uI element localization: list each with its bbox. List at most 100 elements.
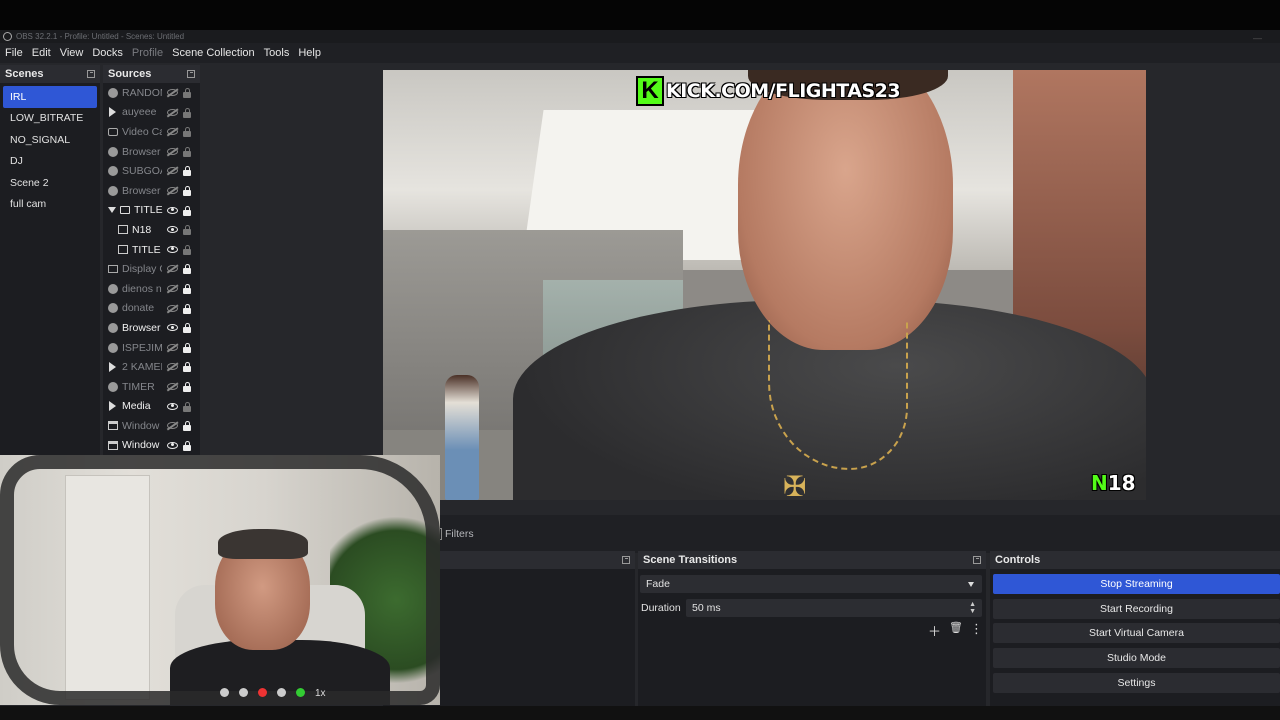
lock-icon[interactable] [183,421,191,432]
eye-icon[interactable] [167,441,178,449]
unlock-icon[interactable] [183,244,191,255]
globe-icon [108,185,118,196]
source-row[interactable]: N18 [103,220,200,240]
source-row[interactable]: RANDOM [103,83,200,103]
studio-mode-button[interactable]: Studio Mode [993,648,1280,668]
eye-hidden-icon[interactable] [167,304,178,312]
eye-hidden-icon[interactable] [167,343,178,351]
n18-badge: N 18 [1088,470,1139,496]
eye-icon[interactable] [167,245,178,253]
add-transition-icon[interactable]: ＋ [928,621,941,640]
source-row[interactable]: 2 KAMEF [103,357,200,377]
start-virtual-camera-button[interactable]: Start Virtual Camera [993,623,1280,643]
window-title: OBS 32.2.1 - Profile: Untitled - Scenes:… [16,32,185,41]
source-row[interactable]: ISPEJIMA [103,338,200,358]
menu-tools[interactable]: Tools [264,47,290,59]
start-recording-button[interactable]: Start Recording [993,599,1280,619]
eye-hidden-icon[interactable] [167,89,178,96]
lock-icon[interactable] [183,323,191,334]
unlock-icon[interactable] [183,225,191,236]
source-row[interactable]: Browser [103,318,200,338]
menu-edit[interactable]: Edit [32,47,51,59]
eye-hidden-icon[interactable] [167,186,178,194]
menu-scene-collection[interactable]: Scene Collection [172,47,255,59]
menu-docks[interactable]: Docks [92,47,123,59]
duration-input[interactable]: 50 ms ▲ ▼ [686,599,982,617]
source-row[interactable]: donate [103,299,200,319]
eye-hidden-icon[interactable] [167,265,178,273]
source-row[interactable]: auyeee [103,103,200,123]
eye-hidden-icon[interactable] [167,108,178,116]
filters-button[interactable]: Filters [435,526,474,542]
more-options-icon[interactable]: ⋮ [970,621,983,637]
eye-icon[interactable] [167,226,178,234]
eye-hidden-icon[interactable] [167,363,178,371]
lock-icon[interactable] [183,303,191,314]
eye-hidden-icon[interactable] [167,382,178,390]
source-row[interactable]: Video Ca [103,122,200,142]
transition-select[interactable]: Fade [640,575,982,593]
scene-item-irl[interactable]: IRL [3,86,97,108]
unlock-icon[interactable] [183,107,191,118]
eye-hidden-icon[interactable] [167,284,178,292]
lock-icon[interactable] [183,205,191,216]
unlock-icon[interactable] [183,88,191,98]
trash-icon[interactable]: 🗑 [949,621,963,634]
eye-icon[interactable] [167,206,178,214]
eye-hidden-icon[interactable] [167,147,178,155]
menu-file[interactable]: File [5,47,23,59]
source-row[interactable]: dienos n [103,279,200,299]
lock-icon[interactable] [183,362,191,373]
scene-item-full-cam[interactable]: full cam [3,194,97,216]
stop-streaming-button[interactable]: Stop Streaming [993,574,1280,594]
lock-icon[interactable] [183,342,191,353]
lock-icon[interactable] [183,440,191,451]
source-row[interactable]: Browser [103,142,200,162]
lock-icon[interactable] [183,264,191,275]
source-row[interactable]: TITLE [103,240,200,260]
scene-item-scene-2[interactable]: Scene 2 [3,172,97,194]
record-icon[interactable] [258,688,267,697]
scene-item-low-bitrate[interactable]: LOW_BITRATE [3,108,97,130]
settings-button[interactable]: Settings [993,673,1280,693]
speaker-icon[interactable] [220,688,229,697]
source-row[interactable]: Browser [103,181,200,201]
undock-icon[interactable] [187,70,195,78]
transitions-title: Scene Transitions [643,554,738,566]
refresh-icon[interactable] [239,688,248,697]
undock-icon[interactable] [87,70,95,78]
undock-icon[interactable] [622,556,630,564]
speaker-icon[interactable] [277,688,286,697]
eye-hidden-icon[interactable] [167,167,178,175]
lock-icon[interactable] [183,381,191,392]
undock-icon[interactable] [973,556,981,564]
spin-arrows-icon[interactable]: ▲ ▼ [969,601,976,615]
eye-hidden-icon[interactable] [167,128,178,136]
lock-icon[interactable] [183,283,191,294]
lock-icon[interactable] [183,166,191,177]
source-row[interactable]: TITLE [103,201,200,221]
menu-view[interactable]: View [60,47,84,59]
eye-hidden-icon[interactable] [167,422,178,430]
source-row[interactable]: Media [103,397,200,417]
eye-icon[interactable] [167,402,178,410]
scene-item-dj[interactable]: DJ [3,151,97,173]
unlock-icon[interactable] [183,146,191,157]
menu-help[interactable]: Help [298,47,321,59]
call-icon[interactable] [296,688,305,697]
chevron-down-icon[interactable] [108,207,116,214]
window-icon [108,421,118,431]
source-row[interactable]: SUBGOA [103,161,200,181]
scene-item-no-signal[interactable]: NO_SIGNAL [3,129,97,151]
eye-icon[interactable] [167,324,178,332]
minimize-button[interactable]: — [1253,33,1262,43]
menu-profile[interactable]: Profile [132,47,163,59]
lock-icon[interactable] [183,185,191,196]
program-preview[interactable]: ✠ K KICK.COM/FLIGHTAS23 N 18 [383,70,1146,500]
source-row[interactable]: Window [103,436,200,456]
source-row[interactable]: TIMER [103,377,200,397]
source-row[interactable]: Window [103,416,200,436]
source-row[interactable]: Display C [103,259,200,279]
unlock-icon[interactable] [183,401,191,412]
unlock-icon[interactable] [183,127,191,138]
